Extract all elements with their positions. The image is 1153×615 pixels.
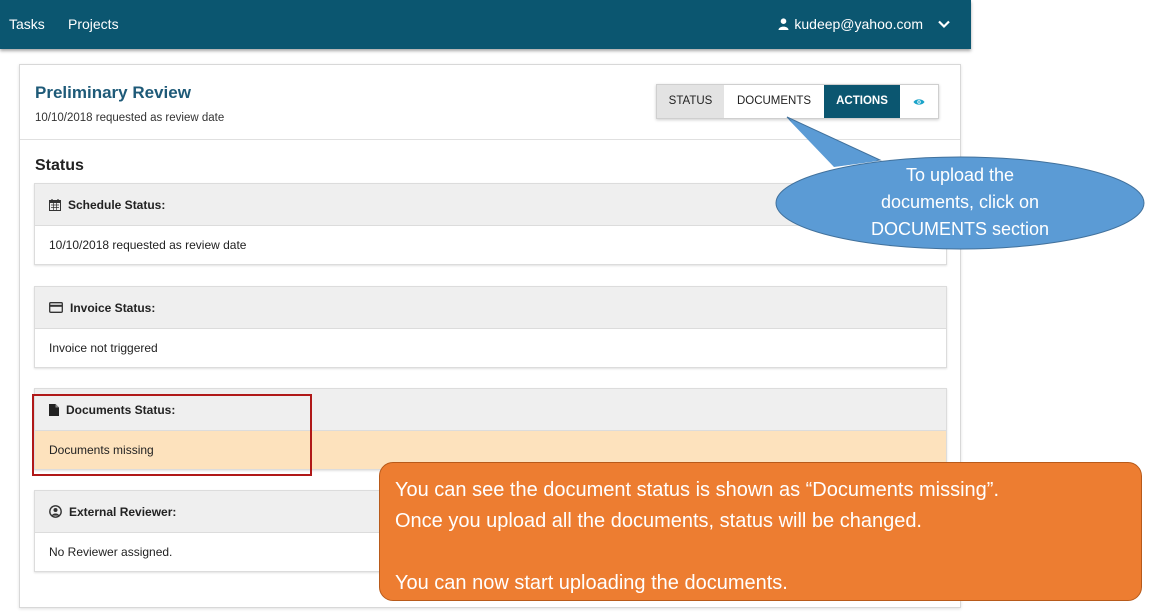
review-tabs: STATUS DOCUMENTS ACTIONS bbox=[656, 84, 939, 119]
orange-callout-line: Once you upload all the documents, statu… bbox=[395, 510, 922, 532]
page-title: Preliminary Review bbox=[35, 83, 191, 102]
panel-header: Schedule Status: bbox=[35, 184, 946, 226]
tab-documents[interactable]: DOCUMENTS bbox=[724, 85, 824, 118]
credit-card-icon bbox=[49, 302, 63, 313]
review-date-subtitle: 10/10/2018 requested as review date bbox=[35, 112, 225, 124]
panel-value: 10/10/2018 requested as review date bbox=[49, 238, 247, 252]
nav-link-tasks[interactable]: Tasks bbox=[9, 16, 45, 32]
panel-value: Invoice not triggered bbox=[49, 341, 158, 355]
orange-callout-line: You can see the document status is shown… bbox=[395, 479, 1000, 501]
panel-label: External Reviewer: bbox=[69, 504, 177, 519]
blue-callout-line: documents, click on bbox=[880, 192, 1040, 212]
blue-callout-line: To upload the bbox=[905, 165, 1015, 185]
user-circle-icon bbox=[49, 505, 62, 518]
status-heading: Status bbox=[35, 157, 84, 174]
chevron-down-icon[interactable] bbox=[937, 19, 951, 29]
panel-header: Invoice Status: bbox=[35, 287, 946, 329]
panel-label: Invoice Status: bbox=[70, 300, 156, 315]
user-email: kudeep@yahoo.com bbox=[794, 16, 923, 32]
user-icon bbox=[778, 18, 789, 30]
top-navbar: Tasks Projects kudeep@yahoo.com bbox=[0, 0, 971, 49]
eye-icon bbox=[913, 98, 925, 105]
blue-callout-line: DOCUMENTS section bbox=[870, 219, 1050, 239]
schedule-status-panel: Schedule Status: 10/10/2018 requested as… bbox=[34, 183, 947, 265]
invoice-status-panel: Invoice Status: Invoice not triggered bbox=[34, 286, 947, 368]
blue-callout: To upload the documents, click on DOCUME… bbox=[845, 162, 1075, 243]
calendar-icon bbox=[49, 198, 61, 211]
nav-link-projects[interactable]: Projects bbox=[68, 16, 119, 32]
tab-status[interactable]: STATUS bbox=[657, 85, 724, 118]
view-toggle-button[interactable] bbox=[900, 85, 938, 118]
orange-callout-line: You can now start uploading the document… bbox=[395, 572, 788, 594]
panel-label: Schedule Status: bbox=[68, 197, 166, 212]
user-menu[interactable]: kudeep@yahoo.com bbox=[778, 16, 951, 32]
documents-status-highlight bbox=[32, 394, 312, 476]
orange-callout: You can see the document status is shown… bbox=[379, 462, 1142, 601]
tab-actions[interactable]: ACTIONS bbox=[824, 85, 900, 118]
review-header: Preliminary Review 10/10/2018 requested … bbox=[20, 65, 960, 140]
